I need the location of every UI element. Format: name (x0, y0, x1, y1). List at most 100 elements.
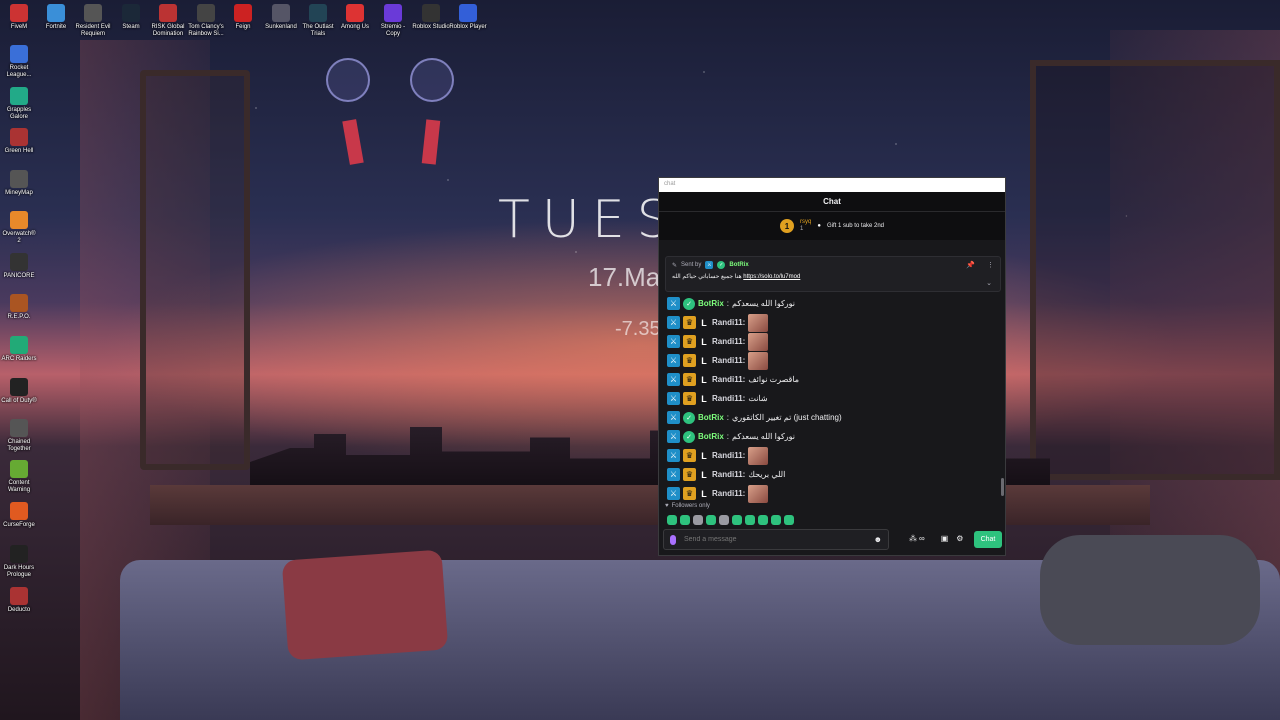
desktop-icon[interactable]: Rocket League... (0, 45, 38, 79)
desktop-icon[interactable]: Sunkenland (262, 4, 300, 31)
desktop-icon[interactable]: Roblox Studio (412, 4, 450, 31)
app-icon (159, 4, 177, 22)
widget-day-text: TUES (498, 190, 682, 250)
chat-username[interactable]: Randi11: (712, 394, 745, 403)
chat-username[interactable]: BotRix (698, 413, 724, 422)
chat-emote-image[interactable] (748, 332, 769, 351)
desktop-icon[interactable]: Steam (112, 4, 150, 31)
chat-username[interactable]: BotRix (698, 432, 724, 441)
more-options-icon[interactable]: ⋮ (987, 261, 994, 269)
desktop-icon[interactable]: Among Us (336, 4, 374, 31)
chat-message[interactable]: ⚔ ♛ L Randi11: (659, 313, 1007, 332)
desktop-icon-label: Fortnite (45, 24, 67, 30)
desktop-icon[interactable]: Dark Hours Prologue (0, 545, 38, 579)
emote-button[interactable] (680, 515, 690, 525)
pinned-message[interactable]: ✎ Sent by ⚔ ✓ BotRix هنا جميع حساباتي حي… (665, 256, 1001, 292)
gift-sub-text[interactable]: Gift 1 sub to take 2nd (827, 223, 884, 229)
crown-badge-icon: ♛ (683, 449, 696, 462)
chat-message-text: نوركوا الله يسعدكم (732, 299, 795, 308)
desktop-icon[interactable]: MineyMap (0, 170, 38, 197)
desktop-icon[interactable]: Resident Evil Requiem (74, 4, 112, 38)
chat-message-input[interactable] (684, 536, 866, 543)
desktop-icon-label: Grapples Galore (6, 107, 32, 120)
emote-button[interactable] (667, 515, 677, 525)
chat-scrollbar[interactable] (1001, 478, 1004, 496)
crown-badge-icon: ♛ (683, 335, 696, 348)
chat-username[interactable]: Randi11: (712, 375, 745, 384)
chat-emote-image[interactable] (748, 313, 769, 332)
gift-icon[interactable]: ▣ (941, 534, 949, 543)
desktop-icon[interactable]: Fortnite (37, 4, 75, 31)
points-icon[interactable]: ⁂ (909, 534, 917, 543)
chat-message[interactable]: ⚔ ✓ BotRix: نوركوا الله يسعدكم (659, 427, 1007, 446)
desktop-icon[interactable]: FiveM (0, 4, 38, 31)
chat-emote-image[interactable] (748, 351, 769, 370)
desktop-icon[interactable]: ARC Raiders (0, 336, 38, 363)
desktop-icon[interactable]: Grapples Galore (0, 87, 38, 121)
chat-message[interactable]: ⚔ ♛ L Randi11: (659, 351, 1007, 370)
mod-badge-icon: ⚔ (667, 354, 680, 367)
chat-username[interactable]: Randi11: (712, 318, 745, 327)
desktop-icon-label: Feign (235, 24, 251, 30)
followers-only-row: ♥ Followers only (665, 503, 710, 509)
chat-message[interactable]: ⚔ ✓ BotRix: نوركوا الله يسعدكم (659, 294, 1007, 313)
desktop-icon[interactable]: Content Warning (0, 460, 38, 494)
chat-message[interactable]: ⚔ ♛ L Randi11: اللي بريحك (659, 465, 1007, 484)
emote-button[interactable] (758, 515, 768, 525)
chat-username[interactable]: Randi11: (712, 489, 745, 498)
desktop-icon[interactable]: Chained Together (0, 419, 38, 453)
chat-input-box[interactable]: ☻ (663, 529, 889, 550)
emote-button[interactable] (784, 515, 794, 525)
chat-username[interactable]: Randi11: (712, 470, 745, 479)
send-chat-button[interactable]: Chat (974, 531, 1002, 548)
desktop-icon[interactable]: Stremio - Copy (374, 4, 412, 38)
emote-button[interactable] (719, 515, 729, 525)
emote-button[interactable] (745, 515, 755, 525)
chat-titlebar[interactable]: chat (659, 178, 1005, 192)
desktop-icon[interactable]: Feign (224, 4, 262, 31)
wallpaper-ornament (326, 58, 370, 102)
emote-button[interactable] (693, 515, 703, 525)
chat-tools: ⁂ ∞ ▣ ⚙ (909, 534, 963, 543)
desktop-icon[interactable]: The Outlast Trials (299, 4, 337, 38)
desktop-icon[interactable]: Green Hell (0, 128, 38, 155)
chevron-down-icon[interactable]: ⌄ (986, 279, 992, 287)
chat-username[interactable]: Randi11: (712, 451, 745, 460)
desktop-icon[interactable]: PANICORE (0, 253, 38, 280)
unpin-icon[interactable]: 📌 (966, 261, 975, 269)
emote-button[interactable] (771, 515, 781, 525)
desktop-icon[interactable]: CurseForge (0, 502, 38, 529)
chat-username[interactable]: BotRix (698, 299, 724, 308)
chat-emote-image[interactable] (748, 446, 769, 465)
chat-window[interactable]: chat Chat 1 rsyq 1 ● Gift 1 sub to take … (658, 177, 1006, 556)
verified-badge-icon: ✓ (683, 297, 695, 310)
emote-button[interactable] (706, 515, 716, 525)
settings-gear-icon[interactable]: ⚙ (956, 534, 963, 543)
pinned-sender[interactable]: BotRix (729, 262, 748, 268)
desktop-icon[interactable]: Call of Duty® (0, 378, 38, 405)
chat-message[interactable]: ⚔ ♛ L Randi11: شانت (659, 389, 1007, 408)
chat-username[interactable]: Randi11: (712, 356, 745, 365)
emoji-icon[interactable]: ☻ (874, 535, 882, 544)
emote-button[interactable] (732, 515, 742, 525)
chat-username[interactable]: Randi11: (712, 337, 745, 346)
chat-colon: : (726, 299, 730, 308)
chat-message[interactable]: ⚔ ♛ L Randi11: ماقصرت نوائف (659, 370, 1007, 389)
leaderboard-row[interactable]: 1 rsyq 1 ● Gift 1 sub to take 2nd (659, 212, 1005, 240)
desktop-icon[interactable]: RISK Global Domination (149, 4, 187, 38)
desktop-icon[interactable]: Tom Clancy's Rainbow Si... (187, 4, 225, 38)
desktop-icon-label: ARC Raiders (1, 356, 37, 362)
chat-message[interactable]: ⚔ ♛ L Randi11: (659, 332, 1007, 351)
desktop-icon[interactable]: Overwatch® 2 (0, 211, 38, 245)
desktop-icon-label: Content Warning (7, 480, 31, 493)
points-count: ∞ (919, 534, 925, 543)
chat-message[interactable]: ⚔ ✓ BotRix: تم تغيير الكاتقوري (just chatti… (659, 408, 1007, 427)
pinned-link[interactable]: https://solo.to/lu7mod (743, 274, 800, 280)
chat-emote-image[interactable] (748, 484, 769, 503)
desktop-icon[interactable]: R.E.P.O. (0, 294, 38, 321)
desktop-icon[interactable]: Roblox Player (449, 4, 487, 31)
chat-message[interactable]: ⚔ ♛ L Randi11: (659, 446, 1007, 465)
desktop-icon[interactable]: Deducto (0, 587, 38, 614)
microphone-icon[interactable] (670, 534, 676, 545)
chat-message[interactable]: ⚔ ♛ L Randi11: (659, 484, 1007, 503)
